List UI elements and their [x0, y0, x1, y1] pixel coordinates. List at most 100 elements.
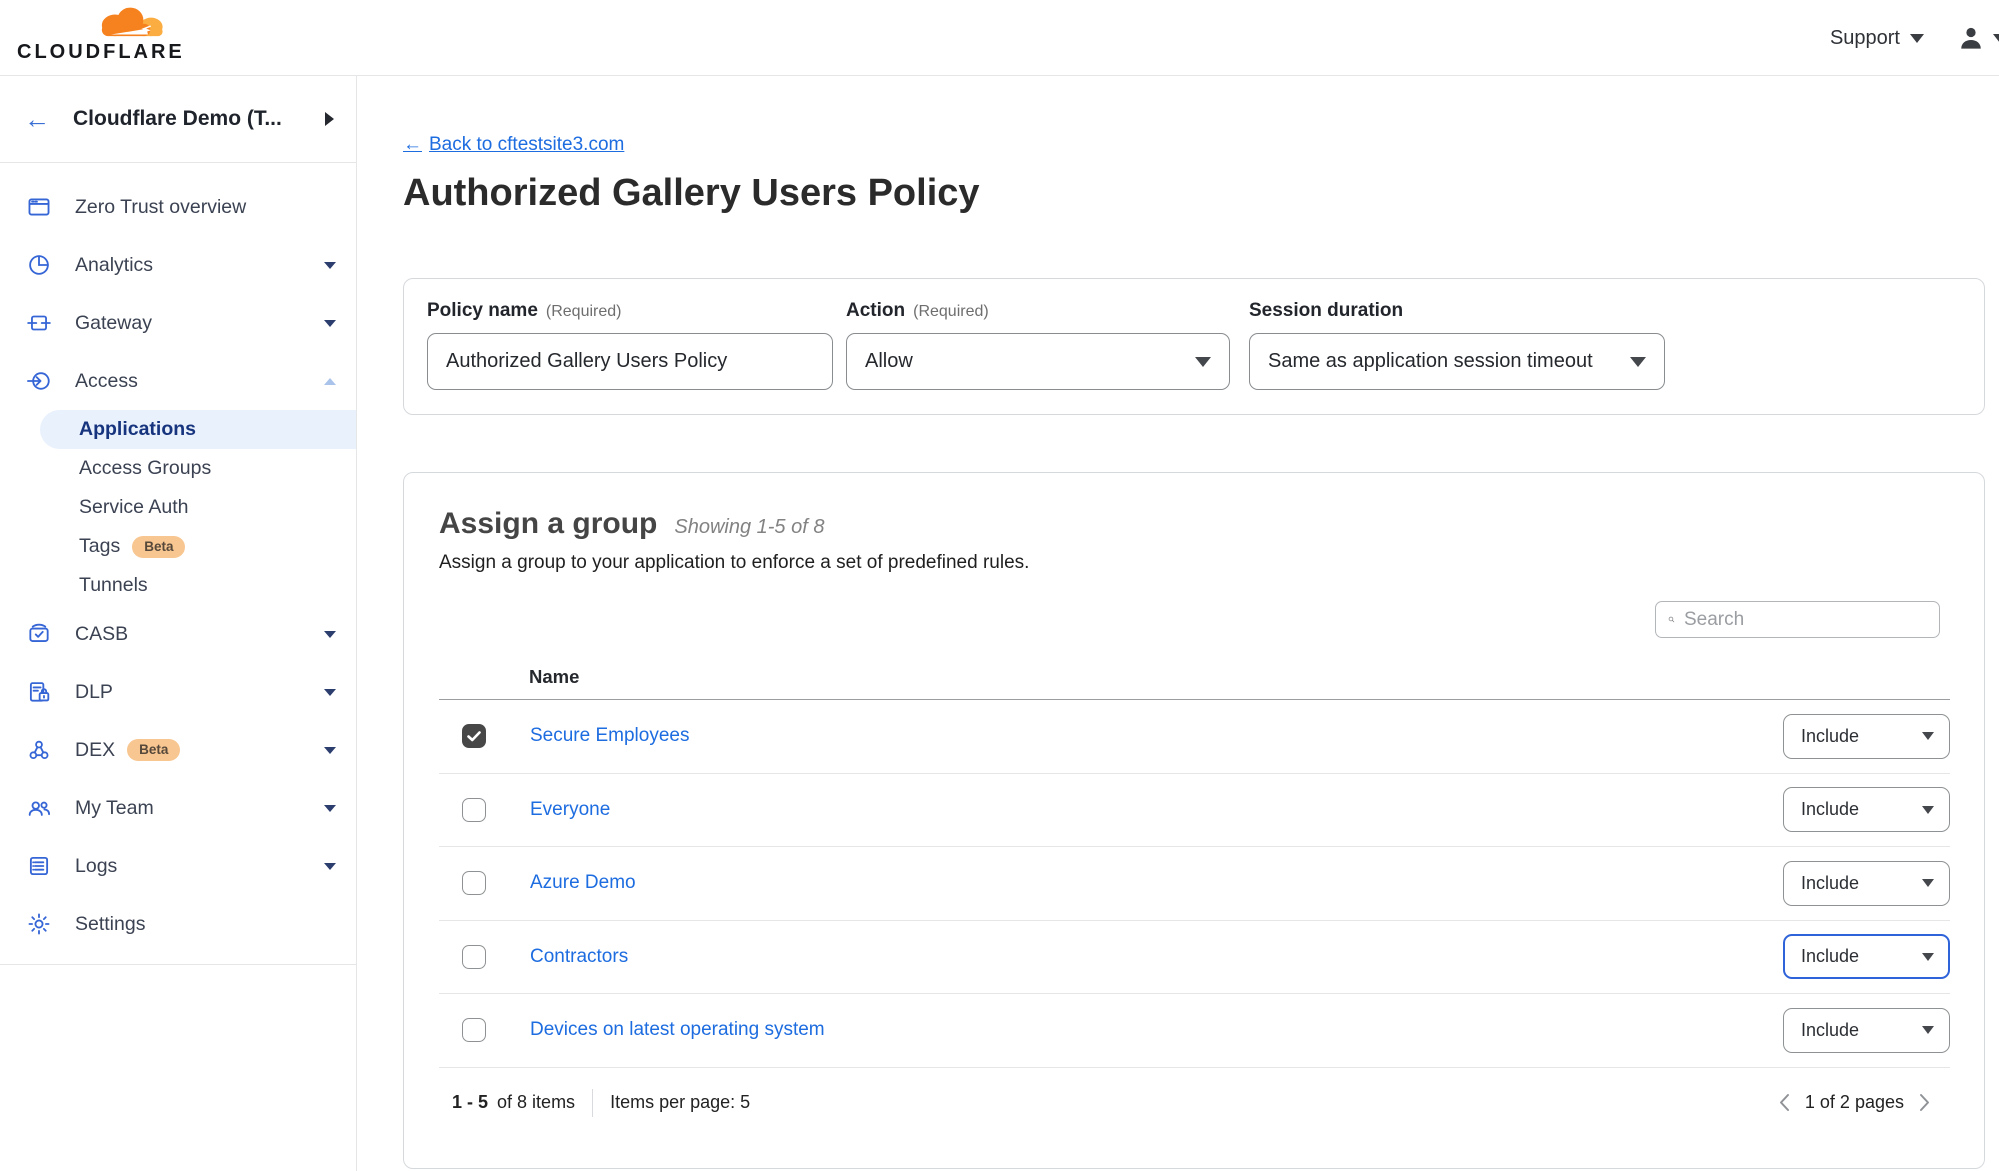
- sidebar-item-my-team[interactable]: My Team: [0, 779, 356, 837]
- group-name-link[interactable]: Devices on latest operating system: [530, 1019, 825, 1041]
- row-action-select[interactable]: Include: [1783, 787, 1950, 832]
- sidebar-subitem-label: Service Auth: [79, 496, 188, 519]
- row-action-select[interactable]: Include: [1783, 861, 1950, 906]
- sidebar-item-label: My Team: [75, 797, 154, 820]
- chevron-down-icon: [1922, 1026, 1934, 1034]
- row-action-value: Include: [1801, 726, 1859, 747]
- back-to-site-link[interactable]: ← Back to cftestsite3.com: [403, 134, 624, 156]
- sidebar-item-service-auth[interactable]: Service Auth: [0, 488, 356, 527]
- policy-name-input[interactable]: [427, 333, 833, 390]
- document-lock-icon: [26, 679, 52, 705]
- previous-page-button[interactable]: [1779, 1093, 1790, 1112]
- sidebar-item-dex[interactable]: DEX Beta: [0, 721, 356, 779]
- row-checkbox[interactable]: [462, 871, 486, 895]
- sidebar-subitem-label: Applications: [79, 418, 196, 441]
- required-tag: (Required): [913, 303, 989, 321]
- sidebar-item-label: Settings: [75, 913, 145, 936]
- groups-table-header: Name: [439, 654, 1950, 700]
- chevron-up-icon: [324, 378, 336, 385]
- chevron-down-icon: [1630, 357, 1646, 367]
- groups-table: Name Secure Employees Include: [439, 654, 1950, 1138]
- chevron-down-icon: [1993, 34, 1999, 43]
- row-checkbox[interactable]: [462, 724, 486, 748]
- cloudflare-logo[interactable]: CLOUDFLARE: [17, 3, 167, 61]
- people-icon: [26, 795, 52, 821]
- sidebar-item-label: DEX: [75, 739, 115, 762]
- sidebar-subitem-label: Tunnels: [79, 574, 148, 597]
- sidebar-item-dlp[interactable]: DLP: [0, 663, 356, 721]
- row-action-value: Include: [1801, 1020, 1859, 1041]
- gear-icon: [26, 911, 52, 937]
- chevron-down-icon: [1910, 34, 1924, 43]
- back-arrow-icon: ←: [403, 134, 422, 156]
- sidebar-item-tunnels[interactable]: Tunnels: [0, 566, 356, 605]
- sidebar-item-label: Access: [75, 370, 138, 393]
- sidebar-item-label: Analytics: [75, 254, 153, 277]
- expand-right-icon[interactable]: [325, 112, 334, 126]
- page-status: 1 of 2 pages: [1805, 1092, 1904, 1113]
- table-row: Everyone Include: [439, 774, 1950, 848]
- page-title: Authorized Gallery Users Policy: [403, 170, 1999, 216]
- browser-window-icon: [26, 194, 52, 220]
- chevron-down-icon: [1922, 806, 1934, 814]
- user-menu[interactable]: [1956, 23, 1999, 53]
- sidebar-item-zero-trust-overview[interactable]: Zero Trust overview: [0, 178, 356, 236]
- chevron-left-icon: [1779, 1093, 1790, 1112]
- search-icon: [1668, 611, 1675, 628]
- sidebar-item-access[interactable]: Access: [0, 352, 356, 410]
- user-icon: [1956, 23, 1986, 53]
- sidebar-item-label: Zero Trust overview: [75, 196, 246, 219]
- cloudflare-logo-text: CLOUDFLARE: [17, 43, 167, 61]
- sidebar-item-logs[interactable]: Logs: [0, 837, 356, 895]
- group-name-link[interactable]: Secure Employees: [530, 725, 689, 747]
- session-duration-select[interactable]: Same as application session timeout: [1249, 333, 1665, 390]
- row-action-value: Include: [1801, 799, 1859, 820]
- sidebar-item-applications[interactable]: Applications: [40, 410, 356, 449]
- chevron-down-icon: [324, 320, 336, 327]
- sidebar-item-access-groups[interactable]: Access Groups: [0, 449, 356, 488]
- group-name-link[interactable]: Azure Demo: [530, 872, 636, 894]
- pagination-range: 1 - 5: [452, 1092, 488, 1113]
- sidebar-item-analytics[interactable]: Analytics: [0, 236, 356, 294]
- policy-name-field: Policy name (Required): [427, 300, 833, 390]
- pagination-divider: [592, 1089, 593, 1117]
- chevron-down-icon: [324, 631, 336, 638]
- action-select[interactable]: Allow: [846, 333, 1230, 390]
- items-per-page: Items per page: 5: [610, 1092, 750, 1113]
- sidebar-item-casb[interactable]: CASB: [0, 605, 356, 663]
- table-row: Azure Demo Include: [439, 847, 1950, 921]
- row-action-select[interactable]: Include: [1783, 1008, 1950, 1053]
- gateway-icon: [26, 310, 52, 336]
- sidebar-item-settings[interactable]: Settings: [0, 895, 356, 953]
- sidebar-account-header: ← Cloudflare Demo (T...: [0, 76, 356, 163]
- assign-group-count: Showing 1-5 of 8: [674, 516, 824, 539]
- table-row: Contractors Include: [439, 921, 1950, 995]
- sidebar-subitem-label: Tags: [79, 535, 120, 558]
- check-icon: [467, 731, 481, 742]
- group-name-link[interactable]: Contractors: [530, 946, 628, 968]
- row-checkbox[interactable]: [462, 1018, 486, 1042]
- table-row: Secure Employees Include: [439, 700, 1950, 774]
- row-action-select[interactable]: Include: [1783, 714, 1950, 759]
- group-search-input[interactable]: [1684, 609, 1929, 631]
- support-menu[interactable]: Support: [1830, 27, 1924, 50]
- sidebar-item-gateway[interactable]: Gateway: [0, 294, 356, 352]
- assign-group-title: Assign a group: [439, 507, 657, 541]
- next-page-button[interactable]: [1919, 1093, 1930, 1112]
- casb-check-icon: [26, 621, 52, 647]
- assign-group-card: Assign a group Showing 1-5 of 8 Assign a…: [403, 472, 1985, 1169]
- account-name: Cloudflare Demo (T...: [73, 107, 325, 131]
- chevron-down-icon: [1922, 953, 1934, 961]
- cloudflare-cloud-icon: [89, 3, 167, 43]
- session-duration-field: Session duration Same as application ses…: [1249, 300, 1665, 390]
- row-checkbox[interactable]: [462, 798, 486, 822]
- top-bar: CLOUDFLARE Support: [0, 0, 1999, 76]
- group-name-link[interactable]: Everyone: [530, 799, 610, 821]
- action-field: Action (Required) Allow: [846, 300, 1230, 390]
- row-checkbox[interactable]: [462, 945, 486, 969]
- access-login-icon: [26, 368, 52, 394]
- row-action-select[interactable]: Include: [1783, 934, 1950, 979]
- sidebar-item-tags[interactable]: Tags Beta: [0, 527, 356, 566]
- chevron-down-icon: [324, 747, 336, 754]
- back-arrow-icon[interactable]: ←: [24, 106, 50, 132]
